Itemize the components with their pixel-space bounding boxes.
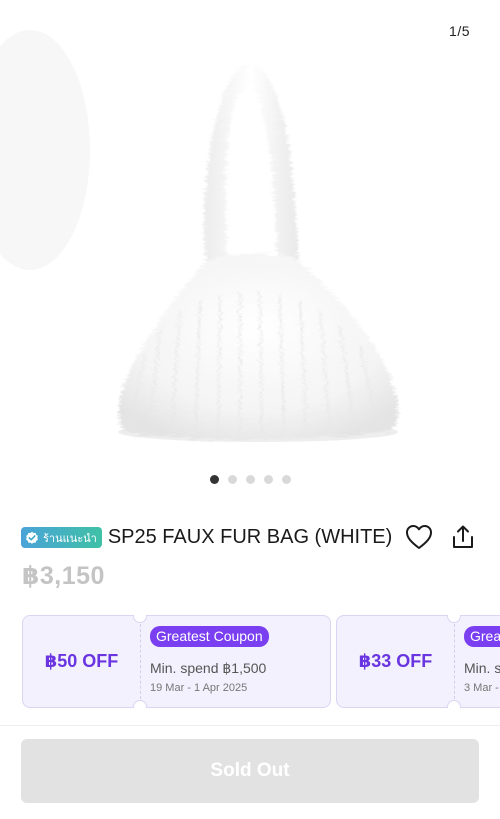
carousel-dot[interactable]	[263, 475, 273, 484]
product-image[interactable]	[0, 0, 500, 498]
coupon-notch	[133, 615, 147, 623]
coupon-divider	[140, 624, 141, 699]
coupon-min-spend: Min. spend ฿1,000	[464, 660, 500, 676]
coupon-card[interactable]: ฿33 OFF Greatest Coupon Min. spend ฿1,00…	[336, 615, 500, 708]
coupon-dates: 3 Mar - 1 Apr 2025	[464, 682, 500, 694]
coupon-card[interactable]: ฿50 OFF Greatest Coupon Min. spend ฿1,50…	[22, 615, 331, 708]
coupon-tag: Greatest Coupon	[150, 626, 269, 647]
product-image-gallery[interactable]: 1/5	[0, 0, 500, 498]
share-button[interactable]	[448, 522, 478, 552]
product-title-row: ร้านแนะนำ SP25 FAUX FUR BAG (WHITE)	[21, 525, 481, 549]
sold-out-button[interactable]: Sold Out	[21, 739, 479, 803]
coupon-tag: Greatest Coupon	[464, 626, 500, 647]
coupon-info: Greatest Coupon Min. spend ฿1,500 19 Mar…	[150, 626, 330, 694]
carousel-dot[interactable]	[227, 475, 237, 484]
badge-label: ร้านแนะนำ	[43, 532, 97, 545]
carousel-dots[interactable]	[0, 475, 500, 484]
wishlist-button[interactable]	[404, 522, 434, 552]
coupon-notch	[447, 700, 461, 708]
product-price: ฿3,150	[22, 562, 105, 590]
carousel-dot[interactable]	[281, 475, 291, 484]
bottom-bar-divider	[0, 725, 500, 726]
coupon-amount: ฿33 OFF	[358, 651, 433, 671]
coupon-dates: 19 Mar - 1 Apr 2025	[150, 682, 248, 694]
recommended-shop-badge: ร้านแนะนำ	[21, 527, 102, 548]
coupon-info: Greatest Coupon Min. spend ฿1,000 3 Mar …	[464, 626, 500, 694]
share-icon	[453, 525, 473, 548]
verified-check-icon	[26, 531, 38, 544]
carousel-dot[interactable]	[245, 475, 255, 484]
coupon-min-spend: Min. spend ฿1,500	[150, 660, 267, 676]
carousel-dot[interactable]	[209, 475, 219, 484]
image-counter: 1/5	[441, 19, 478, 43]
heart-icon	[406, 525, 432, 549]
coupon-carousel[interactable]: ฿50 OFF Greatest Coupon Min. spend ฿1,50…	[22, 615, 500, 708]
coupon-notch	[133, 700, 147, 708]
product-title: SP25 FAUX FUR BAG (WHITE)	[107, 526, 393, 548]
coupon-notch	[447, 615, 461, 623]
coupon-divider	[454, 624, 455, 699]
coupon-amount: ฿50 OFF	[44, 651, 119, 671]
